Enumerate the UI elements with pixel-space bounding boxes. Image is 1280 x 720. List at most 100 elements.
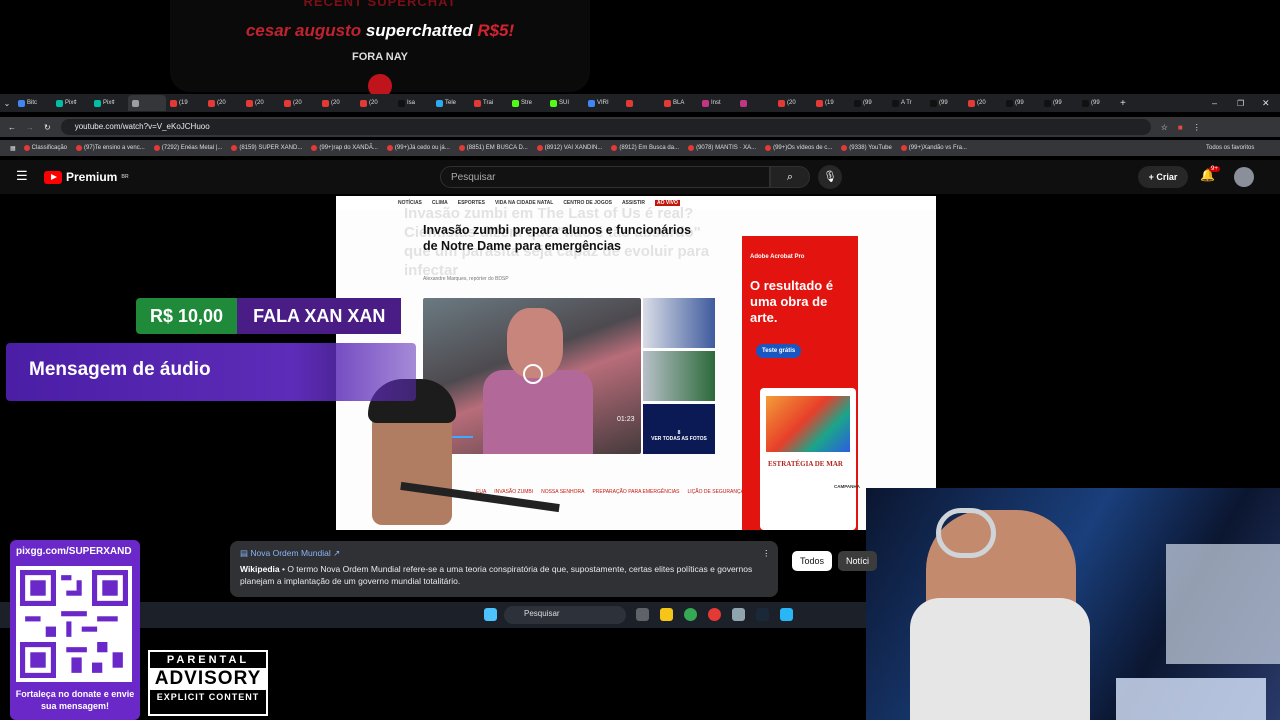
browser-tab[interactable]: Isa xyxy=(394,95,432,111)
headphones-icon xyxy=(936,508,996,558)
browser-tab[interactable]: (20 xyxy=(280,95,318,111)
youtube-logo[interactable]: Premium BR xyxy=(44,170,129,184)
browser-tab[interactable]: Pix¢ xyxy=(90,95,128,111)
tab-favicon-icon xyxy=(512,99,519,107)
superchat-header: RECENT SUPERCHAT xyxy=(303,0,457,9)
all-bookmarks[interactable]: Todos os favoritos xyxy=(1206,145,1254,151)
browser-tab[interactable]: A Tr xyxy=(888,95,926,111)
new-tab-button[interactable]: + xyxy=(1120,98,1126,109)
browser-tab[interactable]: (19 xyxy=(812,95,850,111)
browser-tab[interactable]: Bitc xyxy=(14,95,52,111)
browser-tab[interactable]: BLA xyxy=(660,95,698,111)
monitor-screens xyxy=(1166,544,1280,664)
bookmark-item[interactable]: (99+)Xandão vs Fra... xyxy=(900,145,967,151)
hamburger-menu-icon[interactable]: ☰ xyxy=(16,168,28,184)
close-window-button[interactable]: ✕ xyxy=(1262,98,1270,109)
tab-favicon-icon xyxy=(1082,99,1089,107)
url-field[interactable]: youtube.com/watch?v=V_eKoJCHuoo xyxy=(60,119,1151,135)
reload-button[interactable]: ↻ xyxy=(44,123,51,132)
chrome-icon[interactable] xyxy=(684,608,697,621)
bookmark-item[interactable]: (8851) EM BUSCA D... xyxy=(458,145,528,151)
microphone-icon[interactable]: 🎙 xyxy=(818,165,842,189)
photo-thumbnail[interactable] xyxy=(643,298,715,348)
bookmark-item[interactable]: (9338) YouTube xyxy=(841,145,892,151)
bookmark-label: (8159) SUPER XAND... xyxy=(239,145,303,151)
filter-all[interactable]: Todos xyxy=(792,551,833,571)
bookmark-item[interactable]: (99+)Os vídeos de c... xyxy=(765,145,832,151)
task-view-icon[interactable] xyxy=(636,608,649,621)
back-button[interactable]: ← xyxy=(8,123,16,132)
bookmark-star-icon[interactable]: ☆ xyxy=(1161,123,1168,132)
filter-news[interactable]: Notíci xyxy=(838,551,878,571)
browser-tab[interactable]: VIRI xyxy=(584,95,622,111)
bookmark-item[interactable]: (8912) Em Busca da... xyxy=(611,145,679,151)
bookmark-item[interactable]: (97)Te ensino a venc... xyxy=(76,145,145,151)
browser-tab[interactable]: (20 xyxy=(774,95,812,111)
app-icon[interactable] xyxy=(708,608,721,621)
browser-tab[interactable]: (20 xyxy=(242,95,280,111)
windows-start-icon[interactable] xyxy=(484,608,497,621)
maximize-button[interactable]: ❐ xyxy=(1237,99,1244,108)
tab-label: A Tr xyxy=(901,100,912,106)
app-icon[interactable] xyxy=(780,608,793,621)
bookmark-item[interactable]: (8159) SUPER XAND... xyxy=(231,145,302,151)
bookmark-label: (8912) Em Busca da... xyxy=(619,145,680,151)
browser-tab[interactable]: (20 xyxy=(204,95,242,111)
taskbar-search-input[interactable]: Pesquisar xyxy=(504,606,626,624)
search-icon[interactable]: ⌕ xyxy=(770,166,810,188)
forward-button[interactable]: → xyxy=(26,123,34,132)
browser-tab[interactable]: (20 xyxy=(964,95,1002,111)
browser-tab[interactable]: (99 xyxy=(926,95,964,111)
menu-icon[interactable]: ⋮ xyxy=(1193,123,1201,132)
tab-label: Bitc xyxy=(27,100,38,106)
browser-tab[interactable]: (19 xyxy=(166,95,204,111)
more-options-icon[interactable]: ⋮ xyxy=(762,547,771,559)
extension-icon[interactable]: ■ xyxy=(1178,123,1183,132)
browser-tab[interactable]: Trai xyxy=(470,95,508,111)
browser-tab[interactable]: (99 xyxy=(1002,95,1040,111)
minimize-button[interactable]: – xyxy=(1212,98,1217,108)
tab-favicon-icon xyxy=(702,99,709,107)
browser-tab[interactable]: Stre xyxy=(508,95,546,111)
file-explorer-icon[interactable] xyxy=(660,608,673,621)
bookmark-item[interactable]: (8912) VAI XANDIN... xyxy=(536,145,602,151)
tab-search-icon[interactable]: ⌄ xyxy=(0,99,14,108)
tag[interactable]: PREPARAÇÃO PARA EMERGÊNCIAS xyxy=(592,489,679,495)
bookmark-item[interactable]: (9078) MANTIS · XA... xyxy=(688,145,756,151)
wiki-title[interactable]: ▤ Nova Ordem Mundial ↗ xyxy=(240,547,768,559)
apps-icon[interactable]: ▦ xyxy=(10,145,16,152)
see-all-photos[interactable]: 8 VER TODAS AS FOTOS xyxy=(643,404,715,454)
browser-tab[interactable]: (99 xyxy=(1078,95,1116,111)
youtube-search-input[interactable]: Pesquisar xyxy=(440,166,770,188)
browser-tab[interactable]: (99 xyxy=(850,95,888,111)
avatar[interactable] xyxy=(1234,167,1254,187)
browser-tab[interactable] xyxy=(128,95,166,111)
tab-favicon-icon xyxy=(968,99,975,107)
steam-icon[interactable] xyxy=(756,608,769,621)
browser-tab[interactable] xyxy=(736,95,774,111)
adobe-ad[interactable]: Adobe Acrobat Pro O resultado é uma obra… xyxy=(742,236,860,530)
bookmark-item[interactable]: Classificação xyxy=(23,145,67,151)
browser-tab[interactable]: SUI xyxy=(546,95,584,111)
bookmark-label: (99+)rap do XANDÃ... xyxy=(319,145,378,151)
article-meta: Alexandre Marques, repórter do BDSP xyxy=(423,276,509,282)
browser-tab[interactable]: Pix¢ xyxy=(52,95,90,111)
create-button[interactable]: + Criar xyxy=(1138,166,1188,188)
browser-tab[interactable]: (20 xyxy=(318,95,356,111)
browser-tab[interactable]: (99 xyxy=(1040,95,1078,111)
bookmark-item[interactable]: (7292) Enéas Metal |... xyxy=(153,145,222,151)
photo-thumbnail[interactable] xyxy=(643,351,715,401)
ad-cta-button[interactable]: Teste grátis xyxy=(756,344,802,358)
browser-tab[interactable]: Tele xyxy=(432,95,470,111)
bookmark-item[interactable]: (99+)rap do XANDÃ... xyxy=(311,145,378,151)
wikipedia-card[interactable]: ▤ Nova Ordem Mundial ↗ Wikipedia • O ter… xyxy=(230,541,778,597)
bookmark-favicon-icon xyxy=(841,145,848,151)
tag[interactable]: LIÇÃO DE SEGURANÇA xyxy=(688,489,744,495)
bookmark-favicon-icon xyxy=(688,145,695,151)
browser-tab[interactable]: (20 xyxy=(356,95,394,111)
settings-icon[interactable] xyxy=(732,608,745,621)
browser-tab[interactable]: Inst xyxy=(698,95,736,111)
bookmark-item[interactable]: (99+)Já cedo ou já... xyxy=(386,145,450,151)
tab-favicon-icon xyxy=(474,99,481,107)
browser-tab[interactable] xyxy=(622,95,660,111)
